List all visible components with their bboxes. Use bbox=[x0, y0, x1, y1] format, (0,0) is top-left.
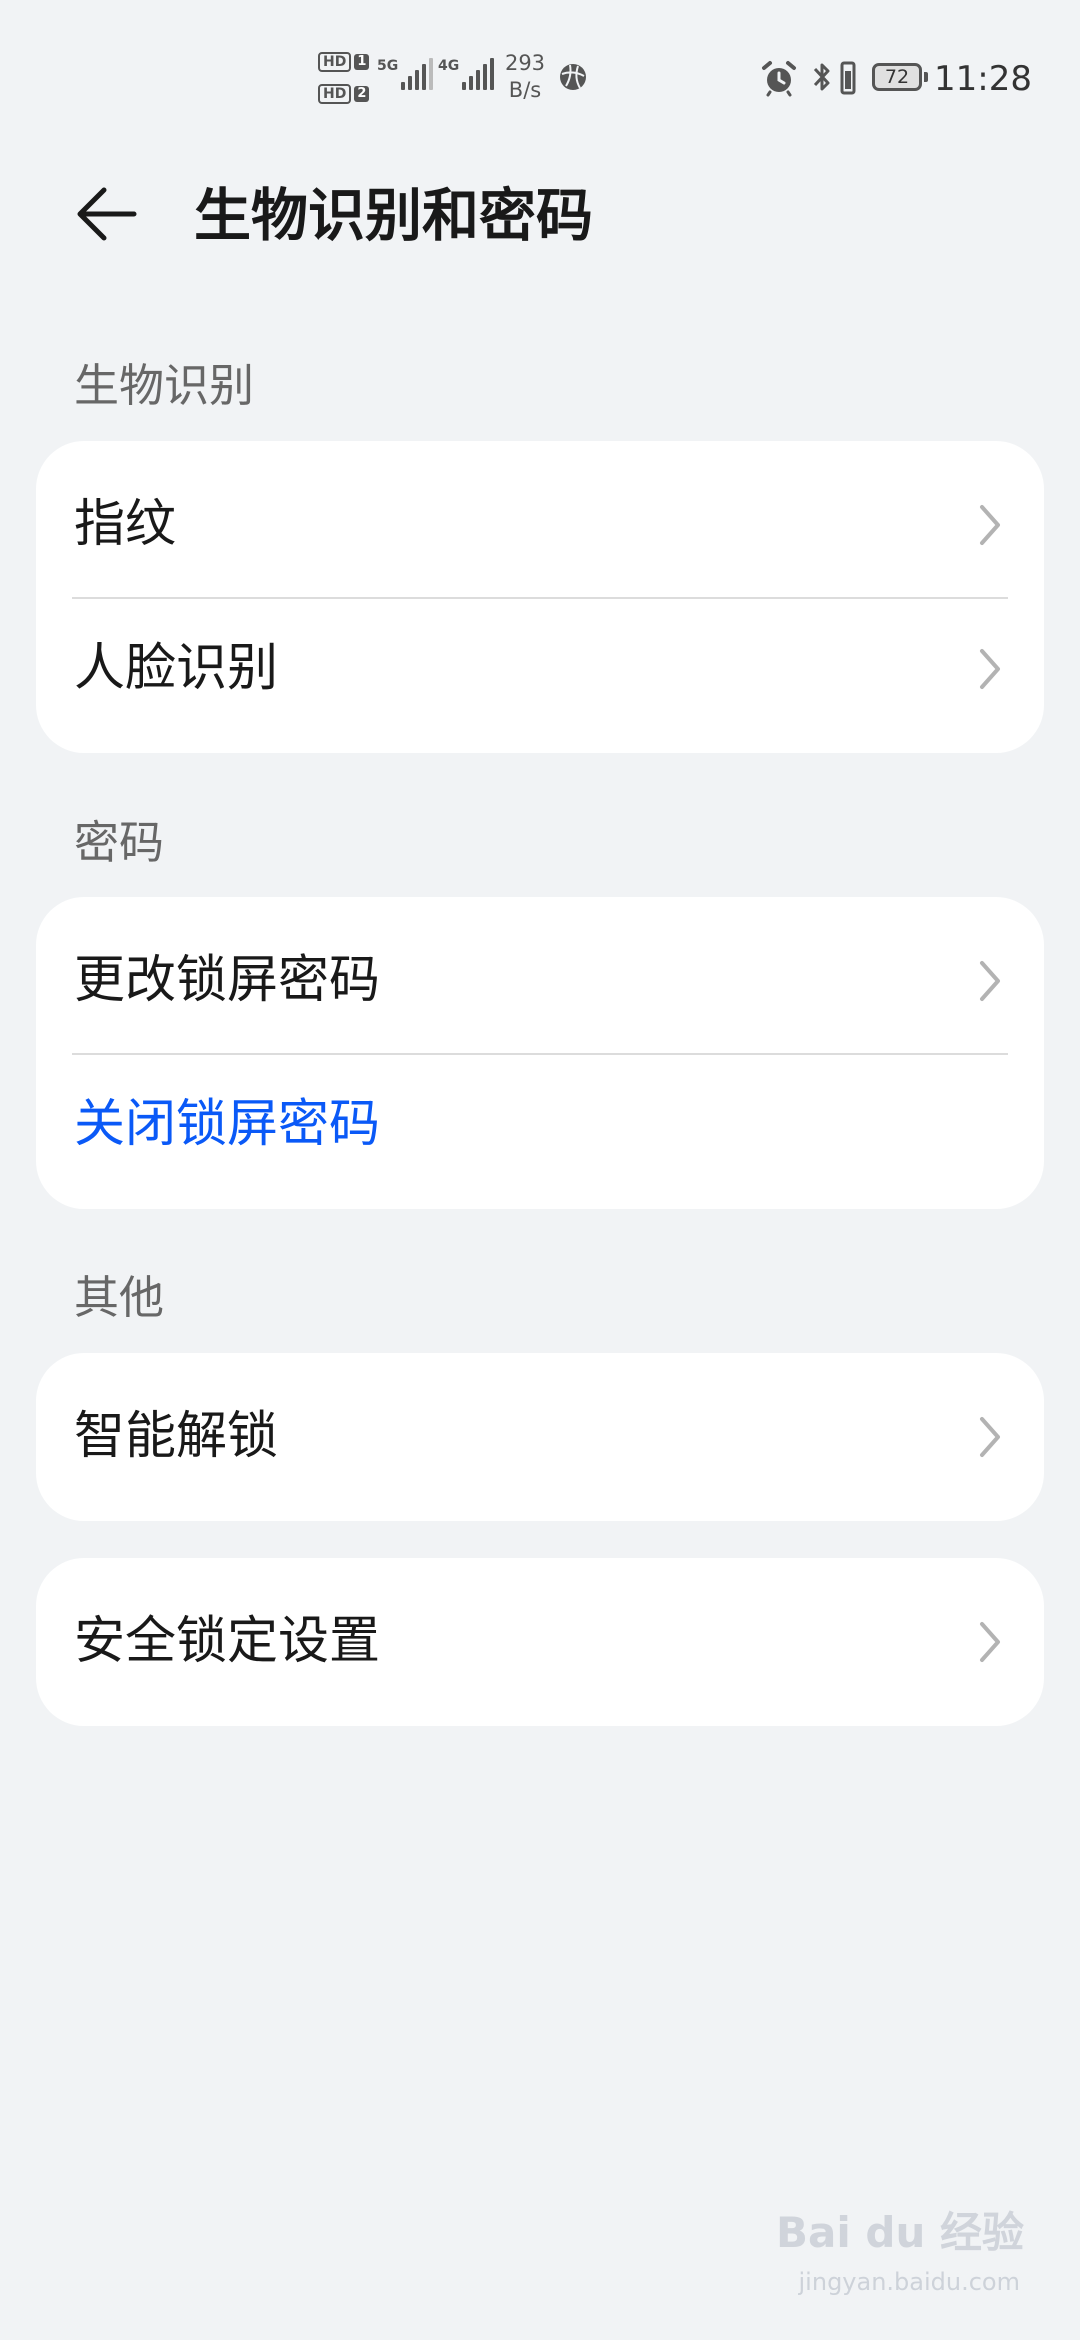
network-speed: 293 B/s bbox=[500, 50, 550, 104]
chevron-right-icon bbox=[980, 1622, 1000, 1662]
face-recognition-label: 人脸识别 bbox=[74, 639, 279, 698]
speed-unit: B/s bbox=[508, 78, 542, 102]
status-bar: HD 1 HD 2 5G 4G 293 B/s 72 11:28 bbox=[0, 0, 1080, 150]
speed-value: 293 bbox=[504, 51, 546, 75]
signal-icon: 4G bbox=[438, 58, 497, 90]
sim-number: 1 bbox=[354, 54, 370, 70]
biometrics-card: 指纹 人脸识别 bbox=[36, 441, 1044, 753]
network-type: 4G bbox=[438, 58, 460, 74]
disable-lock-password-label: 关闭锁屏密码 bbox=[74, 1095, 381, 1154]
security-lock-settings-item[interactable]: 安全锁定设置 bbox=[36, 1558, 1044, 1726]
hd-label: HD bbox=[318, 52, 352, 72]
face-recognition-item[interactable]: 人脸识别 bbox=[36, 597, 1044, 741]
disable-lock-password-item[interactable]: 关闭锁屏密码 bbox=[36, 1053, 1044, 1197]
status-time: 11:28 bbox=[934, 59, 1032, 99]
network-type: 5G bbox=[377, 58, 399, 74]
change-lock-password-item[interactable]: 更改锁屏密码 bbox=[36, 909, 1044, 1053]
hd-label: HD bbox=[318, 84, 352, 104]
chevron-right-icon bbox=[980, 505, 1000, 545]
other-card: 智能解锁 bbox=[36, 1353, 1044, 1521]
back-arrow-icon bbox=[77, 187, 137, 241]
fingerprint-item[interactable]: 指纹 bbox=[36, 453, 1044, 597]
back-button[interactable] bbox=[64, 172, 148, 256]
vibrate-icon bbox=[840, 61, 856, 95]
section-label-biometrics: 生物识别 bbox=[74, 359, 255, 412]
watermark-logo: Bai du 经验 bbox=[776, 2208, 1024, 2257]
watermark-url: jingyan.baidu.com bbox=[798, 2268, 1020, 2296]
hd-icon: HD 1 HD 2 bbox=[318, 50, 370, 114]
security-lock-settings-label: 安全锁定设置 bbox=[74, 1612, 381, 1671]
bluetooth-icon bbox=[813, 63, 830, 91]
smart-unlock-label: 智能解锁 bbox=[74, 1407, 279, 1466]
change-lock-password-label: 更改锁屏密码 bbox=[74, 951, 381, 1010]
security-lock-card: 安全锁定设置 bbox=[36, 1558, 1044, 1726]
sim-number: 2 bbox=[354, 86, 370, 102]
password-card: 更改锁屏密码 关闭锁屏密码 bbox=[36, 897, 1044, 1209]
chevron-right-icon bbox=[980, 961, 1000, 1001]
page-title: 生物识别和密码 bbox=[194, 183, 593, 249]
section-label-password: 密码 bbox=[74, 816, 165, 869]
battery-icon: 72 bbox=[872, 63, 928, 91]
smart-unlock-item[interactable]: 智能解锁 bbox=[36, 1353, 1044, 1521]
chevron-right-icon bbox=[980, 649, 1000, 689]
signal-icon: 5G bbox=[377, 58, 436, 90]
globe-icon bbox=[560, 64, 586, 90]
section-label-other: 其他 bbox=[74, 1271, 165, 1324]
chevron-right-icon bbox=[980, 1417, 1000, 1457]
fingerprint-label: 指纹 bbox=[74, 495, 177, 554]
status-icons: 72 11:28 bbox=[760, 55, 1080, 105]
alarm-icon bbox=[762, 61, 796, 97]
